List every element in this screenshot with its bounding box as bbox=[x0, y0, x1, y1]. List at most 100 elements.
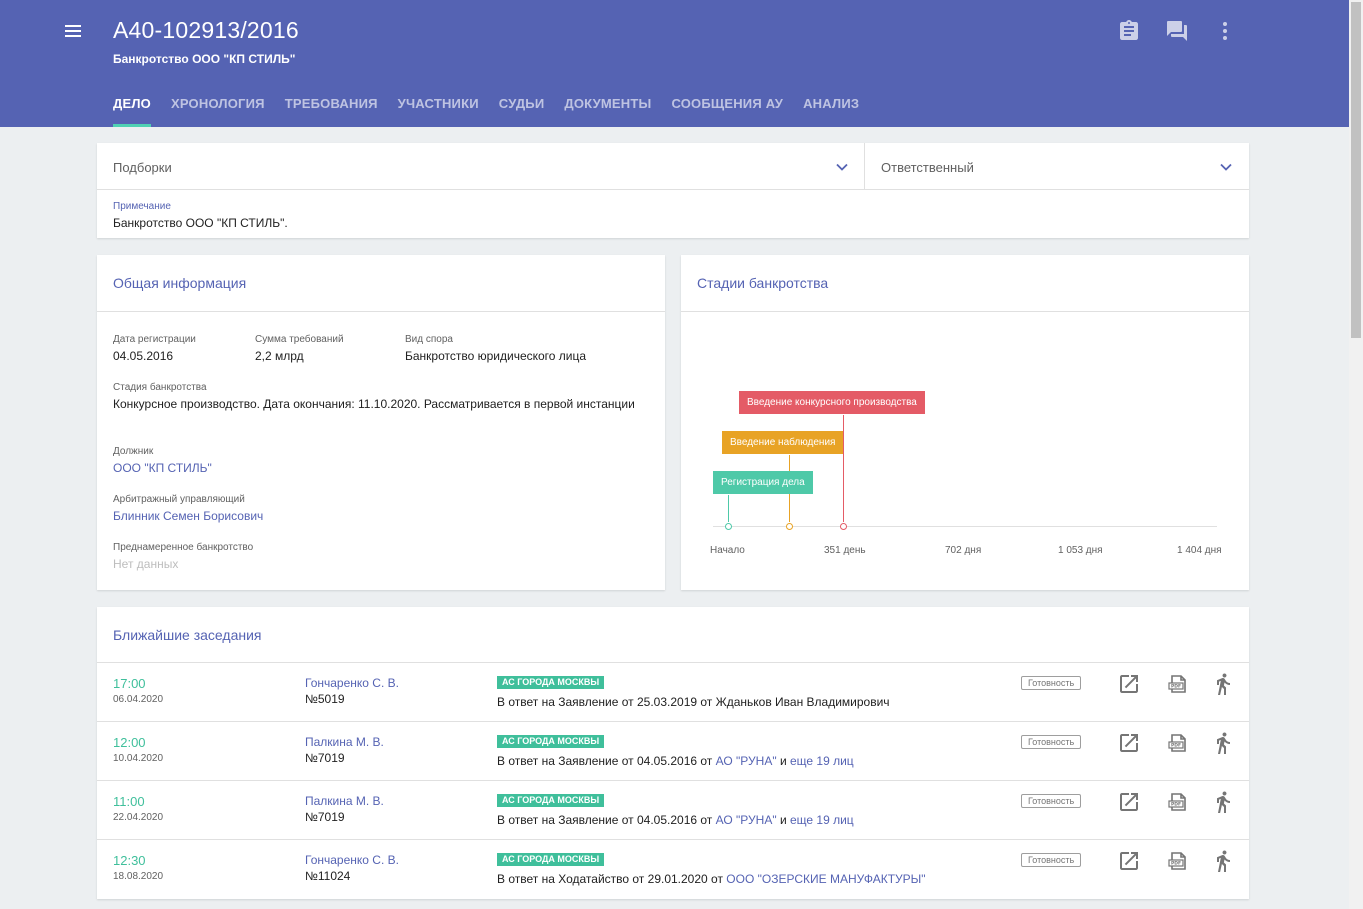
hearing-description-text: В ответ на Заявление от 04.05.2016 от bbox=[497, 754, 713, 768]
court-badge[interactable]: АС ГОРОДА МОСКВЫ bbox=[497, 676, 605, 689]
walking-person-icon[interactable] bbox=[1211, 849, 1235, 873]
readiness-button[interactable]: Готовность bbox=[1021, 676, 1082, 690]
judge-link[interactable]: Палкина М. В. bbox=[305, 735, 384, 749]
responsible-dropdown[interactable]: Ответственный bbox=[865, 143, 1249, 190]
party-link[interactable]: АО "РУНА" bbox=[716, 813, 777, 827]
hearings-title: Ближайшие заседания bbox=[113, 627, 262, 643]
tab-judges[interactable]: СУДЬИ bbox=[499, 96, 545, 127]
hearing-date: 18.08.2020 bbox=[113, 871, 164, 882]
pdf-icon[interactable]: PDF bbox=[1166, 849, 1190, 873]
timeline-tick-label: 1 053 дня bbox=[1058, 545, 1103, 556]
tab-chronology[interactable]: ХРОНОЛОГИЯ bbox=[171, 96, 265, 127]
hearing-time: 11:00 bbox=[113, 794, 145, 809]
walking-person-icon[interactable] bbox=[1211, 731, 1235, 755]
hearing-time: 17:00 bbox=[113, 676, 146, 691]
tab-documents[interactable]: ДОКУМЕНТЫ bbox=[564, 96, 651, 127]
more-parties-link[interactable]: еще 19 лиц bbox=[790, 813, 854, 827]
stage-dot[interactable] bbox=[786, 523, 793, 530]
stage-dot[interactable] bbox=[840, 523, 847, 530]
stage-tag-bankruptcy-proceedings[interactable]: Введение конкурсного производства bbox=[739, 391, 925, 414]
chevron-down-icon bbox=[1220, 163, 1232, 171]
party-link[interactable]: ООО "ОЗЕРСКИЕ МАНУФАКТУРЫ" bbox=[726, 872, 925, 886]
judge-link[interactable]: Гончаренко С. В. bbox=[305, 853, 399, 867]
reg-date-label: Дата регистрации bbox=[113, 334, 196, 345]
timeline-tick-label: 1 404 дня bbox=[1177, 545, 1222, 556]
pdf-icon[interactable]: PDF bbox=[1166, 790, 1190, 814]
stages-title: Стадии банкротства bbox=[697, 275, 829, 291]
hearing-date: 22.04.2020 bbox=[113, 812, 164, 823]
open-external-icon[interactable] bbox=[1117, 731, 1141, 755]
claims-value: 2,2 млрд bbox=[255, 349, 304, 363]
hearing-row[interactable]: 17:00 06.04.2020 Гончаренко С. В. №5019 … bbox=[97, 662, 1249, 721]
stage-stem bbox=[728, 495, 729, 522]
divider bbox=[97, 311, 665, 312]
stage-tag-case-registration[interactable]: Регистрация дела bbox=[713, 471, 813, 494]
claims-label: Сумма требований bbox=[255, 334, 344, 345]
deliberate-value: Нет данных bbox=[113, 557, 179, 571]
tab-participants[interactable]: УЧАСТНИКИ bbox=[398, 96, 479, 127]
open-external-icon[interactable] bbox=[1117, 790, 1141, 814]
responsible-label: Ответственный bbox=[881, 160, 974, 175]
open-external-icon[interactable] bbox=[1117, 672, 1141, 696]
tab-claims[interactable]: ТРЕБОВАНИЯ bbox=[285, 96, 378, 127]
tab-bar: ДЕЛО ХРОНОЛОГИЯ ТРЕБОВАНИЯ УЧАСТНИКИ СУД… bbox=[113, 96, 879, 127]
open-external-icon[interactable] bbox=[1117, 849, 1141, 873]
hearing-description: В ответ на Заявление от 04.05.2016 от АО… bbox=[497, 813, 854, 827]
hearing-time: 12:00 bbox=[113, 735, 146, 750]
manager-link[interactable]: Блинник Семен Борисович bbox=[113, 508, 263, 524]
stage-dot[interactable] bbox=[725, 523, 732, 530]
svg-text:PDF: PDF bbox=[1171, 802, 1181, 808]
hearing-description: В ответ на Заявление от 25.03.2019 от Жд… bbox=[497, 695, 890, 709]
stage-tag-observation[interactable]: Введение наблюдения bbox=[722, 431, 844, 454]
hearing-date: 06.04.2020 bbox=[113, 694, 164, 705]
collections-dropdown[interactable]: Подборки bbox=[97, 143, 864, 190]
menu-icon[interactable] bbox=[60, 18, 86, 44]
debtor-link[interactable]: ООО "КП СТИЛЬ" bbox=[113, 460, 212, 476]
reg-date-value: 04.05.2016 bbox=[113, 349, 174, 363]
tab-case[interactable]: ДЕЛО bbox=[113, 96, 151, 127]
walking-person-icon[interactable] bbox=[1211, 790, 1235, 814]
hearing-description-text: В ответ на Ходатайство от 29.01.2020 от bbox=[497, 872, 723, 886]
filters-card: Подборки Ответственный Примечание Банкро… bbox=[97, 143, 1249, 238]
walking-person-icon[interactable] bbox=[1211, 672, 1235, 696]
pdf-icon[interactable]: PDF bbox=[1166, 731, 1190, 755]
hearing-time: 12:30 bbox=[113, 853, 146, 868]
court-badge[interactable]: АС ГОРОДА МОСКВЫ bbox=[497, 735, 605, 748]
court-badge[interactable]: АС ГОРОДА МОСКВЫ bbox=[497, 853, 605, 866]
scrollbar-thumb[interactable] bbox=[1351, 2, 1361, 338]
svg-text:PDF: PDF bbox=[1171, 684, 1181, 690]
dispute-value: Банкротство юридического лица bbox=[405, 349, 587, 363]
chat-icon[interactable] bbox=[1165, 19, 1189, 43]
manager-label: Арбитражный управляющий bbox=[113, 494, 245, 505]
courtroom-number: №5019 bbox=[305, 692, 345, 706]
more-vert-icon[interactable] bbox=[1213, 19, 1237, 43]
readiness-button[interactable]: Готовность bbox=[1021, 794, 1082, 808]
note-text[interactable]: Банкротство ООО "КП СТИЛЬ". bbox=[113, 216, 288, 230]
page-scrollbar[interactable] bbox=[1349, 0, 1363, 909]
timeline-tick-label: 702 дня bbox=[945, 545, 982, 556]
debtor-label: Должник bbox=[113, 446, 154, 457]
hearing-row[interactable]: 12:30 18.08.2020 Гончаренко С. В. №11024… bbox=[97, 839, 1249, 898]
judge-link[interactable]: Палкина М. В. bbox=[305, 794, 384, 808]
dispute-label: Вид спора bbox=[405, 334, 453, 345]
tab-manager-messages[interactable]: СООБЩЕНИЯ АУ bbox=[671, 96, 783, 127]
judge-link[interactable]: Гончаренко С. В. bbox=[305, 676, 399, 690]
pdf-icon[interactable]: PDF bbox=[1166, 672, 1190, 696]
party-link[interactable]: АО "РУНА" bbox=[716, 754, 777, 768]
hearing-row[interactable]: 11:00 22.04.2020 Палкина М. В. №7019 АС … bbox=[97, 780, 1249, 839]
readiness-button[interactable]: Готовность bbox=[1021, 853, 1082, 867]
hearing-date: 10.04.2020 bbox=[113, 753, 164, 764]
tab-analysis[interactable]: АНАЛИЗ bbox=[803, 96, 859, 127]
app-bar: А40-102913/2016 Банкротство ООО "КП СТИЛ… bbox=[0, 0, 1349, 127]
more-parties-link[interactable]: еще 19 лиц bbox=[790, 754, 854, 768]
hearing-row[interactable]: 12:00 10.04.2020 Палкина М. В. №7019 АС … bbox=[97, 721, 1249, 780]
hearing-description-text: В ответ на Заявление от 25.03.2019 от Жд… bbox=[497, 695, 890, 709]
clipboard-icon[interactable] bbox=[1117, 19, 1141, 43]
courtroom-number: №7019 bbox=[305, 751, 345, 765]
stage-label: Стадия банкротства bbox=[113, 382, 207, 393]
conjunction-text: и bbox=[779, 754, 787, 768]
divider bbox=[681, 311, 1249, 312]
readiness-button[interactable]: Готовность bbox=[1021, 735, 1082, 749]
case-title: А40-102913/2016 bbox=[113, 17, 299, 43]
court-badge[interactable]: АС ГОРОДА МОСКВЫ bbox=[497, 794, 605, 807]
